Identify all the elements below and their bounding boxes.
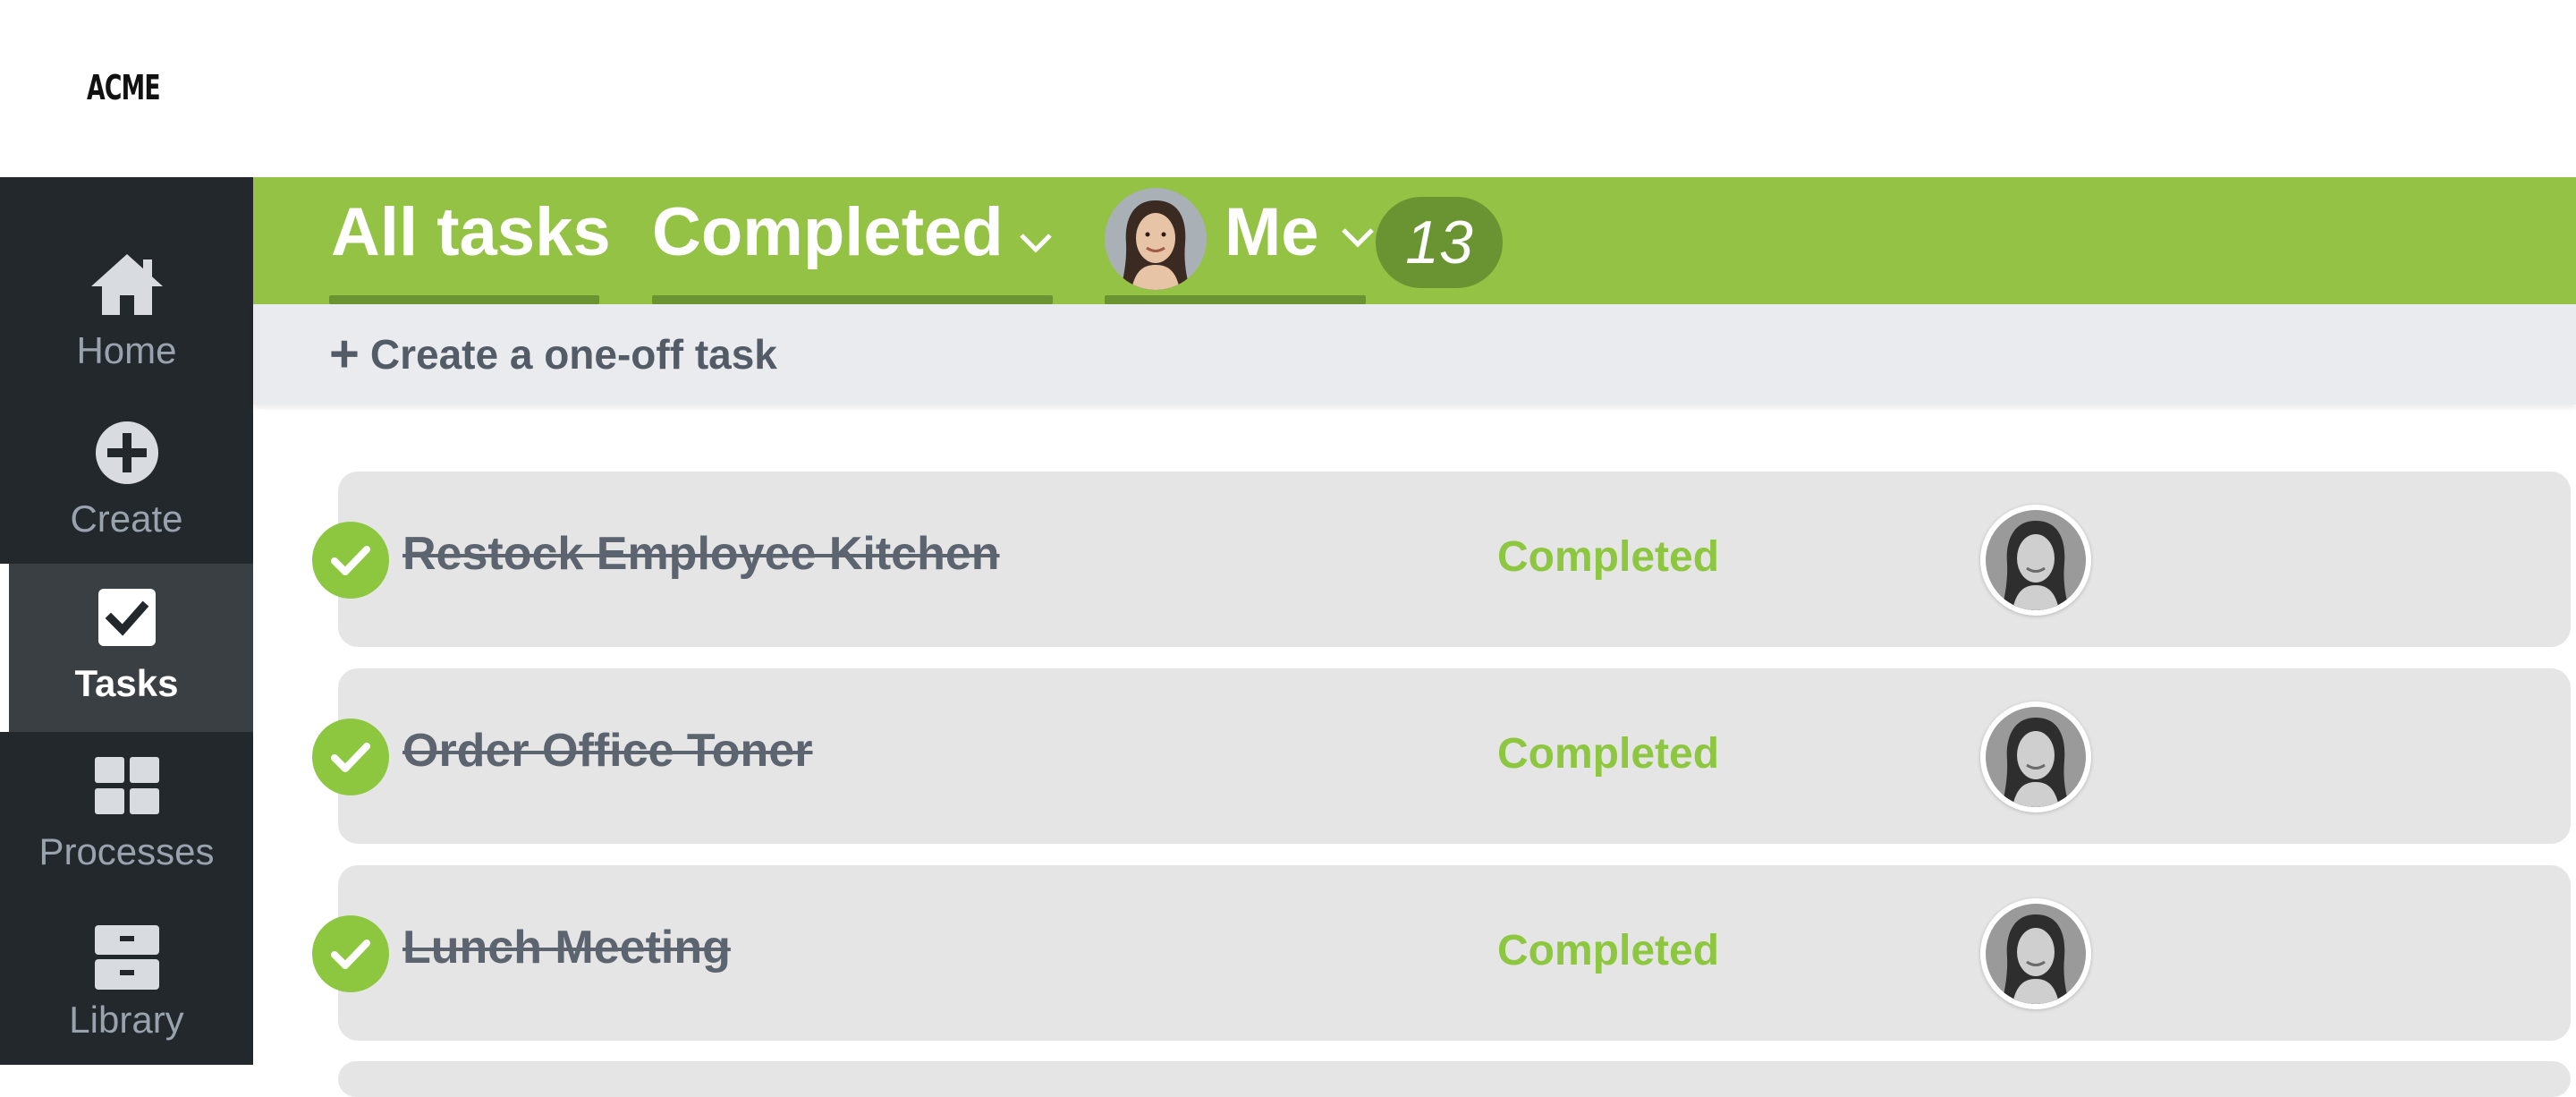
assignee-avatar[interactable] xyxy=(1980,505,2091,616)
sidebar-item-label: Create xyxy=(70,497,183,540)
task-title[interactable]: Lunch Meeting xyxy=(402,921,731,974)
checkmark-icon[interactable] xyxy=(312,915,389,992)
filter-underline xyxy=(329,295,599,304)
filter-underline xyxy=(1105,295,1366,304)
filter-assignee-label: Me xyxy=(1224,194,1319,270)
task-row[interactable]: Restock Employee Kitchen Completed xyxy=(312,472,2571,647)
checkmark-icon[interactable] xyxy=(312,719,389,795)
sidebar-item-label: Library xyxy=(69,999,184,1041)
sidebar: Home Create Tasks Processes Library xyxy=(0,177,253,1065)
checkbox-icon xyxy=(97,589,156,651)
task-row[interactable] xyxy=(338,1061,2571,1097)
filter-all-tasks[interactable]: All tasks xyxy=(329,177,611,304)
assignee-avatar[interactable] xyxy=(1980,702,2091,812)
task-title[interactable]: Order Office Toner xyxy=(402,724,812,778)
plus-icon: + xyxy=(329,325,360,383)
avatar-image xyxy=(1986,904,2086,1004)
sidebar-item-tasks[interactable]: Tasks xyxy=(0,564,253,732)
sidebar-item-label: Tasks xyxy=(74,662,179,704)
assignee-avatar[interactable] xyxy=(1980,898,2091,1009)
plus-circle-icon xyxy=(95,421,159,489)
filter-status-label: Completed xyxy=(652,194,1004,270)
sidebar-item-create[interactable]: Create xyxy=(0,345,253,540)
create-task-label: Create a one-off task xyxy=(369,331,777,378)
sidebar-item-label: Processes xyxy=(38,830,215,872)
filter-underline xyxy=(652,295,1053,304)
chevron-down-icon xyxy=(1341,227,1375,253)
grid-icon xyxy=(94,757,159,819)
checkmark-icon[interactable] xyxy=(312,522,389,599)
sidebar-item-home[interactable]: Home xyxy=(0,177,253,371)
avatar-image xyxy=(1986,510,2086,610)
task-title[interactable]: Restock Employee Kitchen xyxy=(402,527,1000,581)
task-row[interactable]: Order Office Toner Completed xyxy=(312,668,2571,844)
filter-all-tasks-label: All tasks xyxy=(331,194,611,270)
create-task-bar: + Create a one-off task xyxy=(253,304,2576,404)
task-row[interactable]: Lunch Meeting Completed xyxy=(312,865,2571,1041)
chevron-down-icon xyxy=(1019,233,1053,259)
app-logo[interactable]: ACME xyxy=(87,68,161,107)
task-status: Completed xyxy=(1497,927,1720,974)
task-status: Completed xyxy=(1497,533,1720,581)
task-count-badge: 13 xyxy=(1376,197,1503,288)
task-filter-bar: All tasks Completed Me 13 xyxy=(253,177,2576,304)
sidebar-item-library[interactable]: Library xyxy=(0,900,253,1068)
task-status: Completed xyxy=(1497,730,1720,778)
user-avatar xyxy=(1105,188,1207,290)
create-one-off-task-button[interactable]: + Create a one-off task xyxy=(329,326,777,383)
filter-status-dropdown[interactable]: Completed xyxy=(652,177,1053,304)
top-bar: ACME xyxy=(0,0,2576,177)
home-icon xyxy=(89,252,165,321)
archive-drawer-icon xyxy=(94,925,159,994)
sidebar-item-processes[interactable]: Processes xyxy=(0,732,253,900)
filter-assignee-dropdown[interactable]: Me xyxy=(1105,177,1374,304)
avatar-image xyxy=(1986,707,2086,807)
